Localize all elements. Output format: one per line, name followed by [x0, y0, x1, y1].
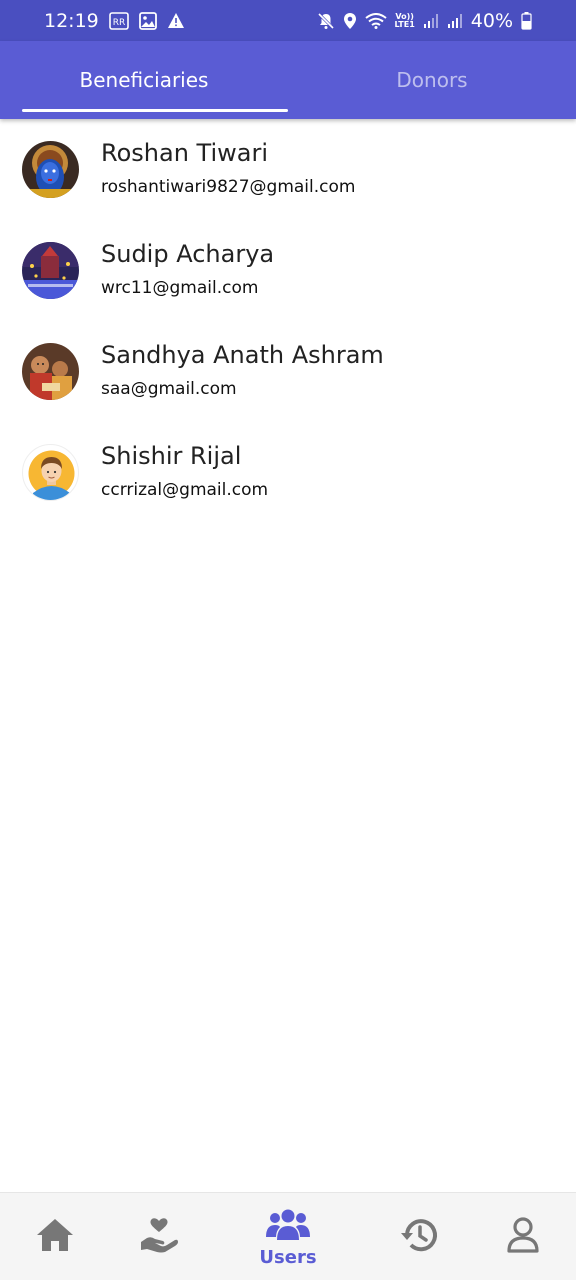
battery-icon	[521, 11, 532, 30]
profile-icon	[505, 1216, 541, 1258]
user-email: ccrrizal@gmail.com	[101, 480, 269, 500]
image-icon	[138, 11, 157, 30]
avatar	[22, 242, 79, 299]
tab-beneficiaries[interactable]: Beneficiaries	[0, 41, 288, 119]
donate-hand-heart-icon	[139, 1216, 179, 1258]
avatar	[22, 343, 79, 400]
mute-icon	[317, 12, 335, 30]
warning-icon	[167, 12, 185, 29]
battery-percent: 40%	[470, 9, 513, 32]
list-item[interactable]: Sudip Acharya wrc11@gmail.com	[0, 220, 576, 321]
nav-users[interactable]: Users	[248, 1193, 328, 1280]
status-bar: 12:19 RR Vo)) LTE1 40%	[0, 0, 576, 41]
active-tab-indicator	[22, 109, 288, 112]
status-time: 12:19	[44, 9, 99, 32]
bottom-nav: Users	[0, 1192, 576, 1280]
home-icon	[35, 1217, 75, 1257]
svg-text:RR: RR	[113, 18, 126, 28]
lte-indicator: Vo)) LTE1	[394, 11, 415, 29]
nav-donate[interactable]	[119, 1193, 199, 1280]
users-group-icon	[266, 1207, 310, 1245]
list-item[interactable]: Roshan Tiwari roshantiwari9827@gmail.com	[0, 119, 576, 220]
user-list: Roshan Tiwari roshantiwari9827@gmail.com…	[0, 119, 576, 523]
tab-donors[interactable]: Donors	[288, 41, 576, 119]
nav-users-label: Users	[259, 1246, 317, 1268]
history-icon	[399, 1216, 439, 1258]
user-name: Shishir Rijal	[101, 442, 242, 470]
user-email: roshantiwari9827@gmail.com	[101, 177, 356, 197]
nav-home[interactable]	[15, 1193, 95, 1280]
signal-1-icon	[423, 13, 439, 29]
list-item[interactable]: Sandhya Anath Ashram saa@gmail.com	[0, 321, 576, 422]
wifi-icon	[364, 12, 387, 29]
tab-bar: Beneficiaries Donors	[0, 41, 576, 119]
user-name: Sudip Acharya	[101, 240, 275, 268]
nav-profile[interactable]	[483, 1193, 563, 1280]
location-icon	[343, 12, 357, 30]
avatar	[22, 444, 79, 501]
user-email: saa@gmail.com	[101, 379, 237, 399]
user-name: Sandhya Anath Ashram	[101, 341, 384, 369]
rr-notification-icon: RR	[108, 11, 129, 30]
signal-2-icon	[447, 13, 463, 29]
user-email: wrc11@gmail.com	[101, 278, 259, 298]
user-name: Roshan Tiwari	[101, 139, 269, 167]
list-item[interactable]: Shishir Rijal ccrrizal@gmail.com	[0, 422, 576, 523]
nav-history[interactable]	[379, 1193, 459, 1280]
avatar	[22, 141, 79, 198]
